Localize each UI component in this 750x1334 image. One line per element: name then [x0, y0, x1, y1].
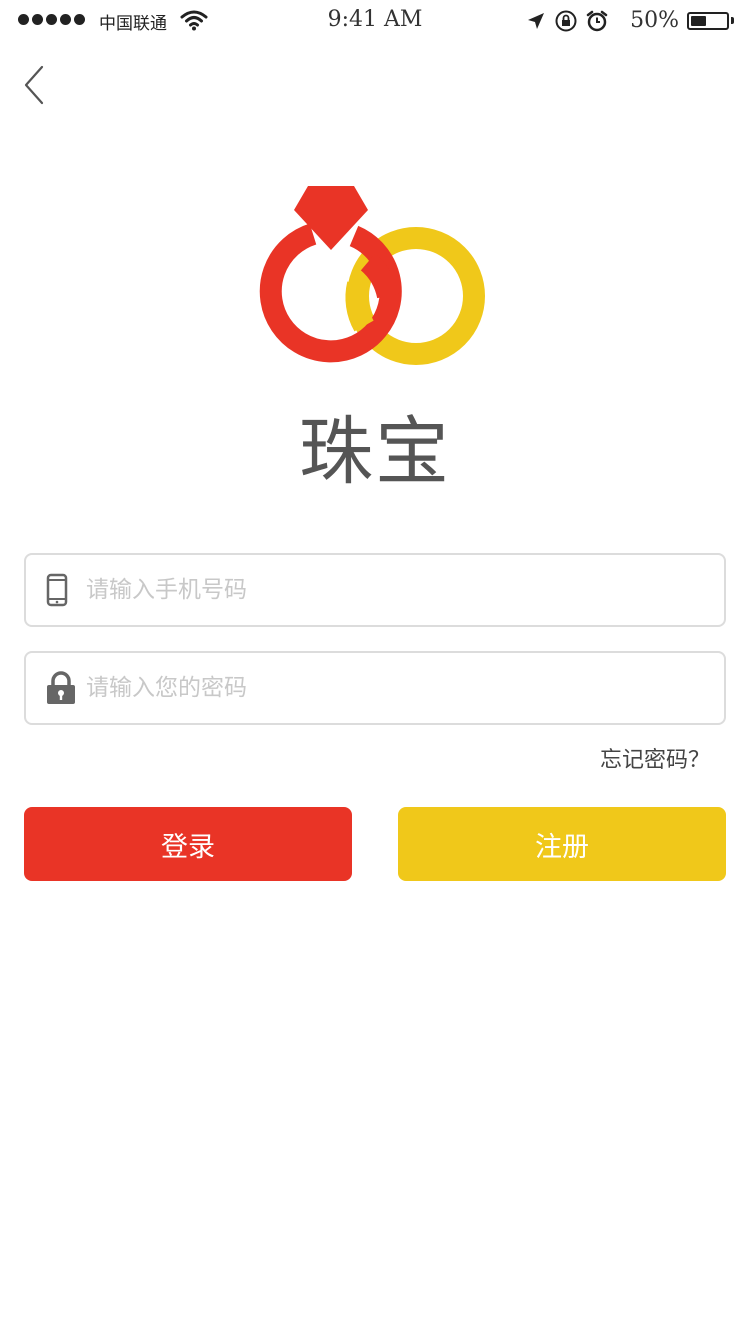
chevron-left-icon: [24, 65, 44, 105]
rotation-lock-icon: [555, 10, 577, 31]
battery-icon: [687, 11, 729, 30]
battery-level-fill: [691, 15, 706, 26]
mobile-phone-icon: [46, 573, 68, 607]
back-button[interactable]: [18, 62, 52, 108]
forgot-password-link[interactable]: 忘记密码？: [600, 742, 710, 774]
register-button[interactable]: 注册: [398, 807, 726, 881]
app-title: 珠宝: [299, 409, 451, 495]
lock-icon: [47, 671, 75, 704]
battery-percent: 50%: [630, 8, 679, 33]
rings-logo: [259, 186, 485, 365]
password-input[interactable]: [86, 653, 708, 723]
phone-input[interactable]: [86, 555, 708, 625]
battery-cap: [731, 17, 734, 24]
alarm-clock-icon: [586, 10, 608, 31]
phone-field[interactable]: [24, 553, 726, 627]
location-arrow-icon: [528, 12, 545, 29]
login-button[interactable]: 登录: [24, 807, 352, 881]
password-field[interactable]: [24, 651, 726, 725]
status-bar: 中国联通 9:41 AM 50%: [0, 0, 750, 40]
